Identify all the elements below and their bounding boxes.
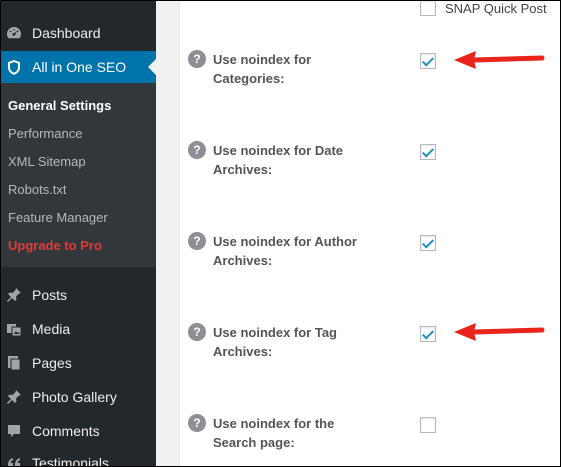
menu-posts[interactable]: Posts: [1, 279, 156, 311]
noindex-author-archives-checkbox[interactable]: [420, 235, 436, 251]
submenu-performance[interactable]: Performance: [8, 126, 82, 141]
menu-testimonials-label: Testimonials: [32, 455, 110, 466]
noindex-author-archives-label: Use noindex for Author Archives:: [213, 234, 357, 268]
noindex-tag-archives-checkbox[interactable]: [420, 326, 436, 342]
menu-media-label: Media: [32, 321, 71, 337]
help-icon[interactable]: ?: [188, 232, 206, 250]
menu-all-in-one-seo-label: All in One SEO: [32, 59, 127, 75]
noindex-categories-label: Use noindex for Categories:: [213, 52, 312, 86]
pages-icon: [5, 354, 23, 372]
snap-quick-post-label: SNAP Quick Post: [445, 1, 547, 16]
pin-icon: [5, 388, 23, 406]
noindex-tag-archives-label: Use noindex for Tag Archives:: [213, 325, 337, 359]
annotation-arrow: [454, 51, 545, 69]
submenu-robots-txt[interactable]: Robots.txt: [8, 182, 67, 197]
noindex-categories-checkbox[interactable]: [420, 53, 436, 69]
shield-icon: [5, 58, 23, 76]
active-menu-pointer: [148, 59, 156, 75]
admin-sidebar: Dashboard All in One SEO General Setting…: [1, 1, 156, 466]
quote-icon: [5, 454, 23, 466]
help-icon[interactable]: ?: [188, 414, 206, 432]
menu-photo-gallery[interactable]: Photo Gallery: [1, 381, 156, 413]
pin-icon: [5, 286, 23, 304]
help-icon[interactable]: ?: [188, 323, 206, 341]
noindex-date-archives-checkbox[interactable]: [420, 144, 436, 160]
menu-comments-label: Comments: [32, 423, 100, 439]
snap-quick-post-checkbox[interactable]: [420, 1, 436, 16]
menu-media[interactable]: Media: [1, 313, 156, 345]
screenshot-frame: Dashboard All in One SEO General Setting…: [1, 1, 560, 466]
menu-all-in-one-seo[interactable]: All in One SEO: [1, 51, 156, 83]
menu-comments[interactable]: Comments: [1, 415, 156, 447]
noindex-search-page-label: Use noindex for the Search page:: [213, 416, 335, 450]
menu-posts-label: Posts: [32, 287, 68, 303]
menu-testimonials[interactable]: Testimonials: [1, 447, 156, 466]
comments-icon: [5, 422, 23, 440]
menu-pages-label: Pages: [32, 355, 72, 371]
help-icon[interactable]: ?: [188, 50, 206, 68]
submenu-upgrade-to-pro[interactable]: Upgrade to Pro: [8, 238, 102, 253]
annotation-arrow: [454, 323, 545, 341]
menu-dashboard-label: Dashboard: [32, 25, 101, 41]
menu-pages[interactable]: Pages: [1, 347, 156, 379]
submenu-feature-manager[interactable]: Feature Manager: [8, 210, 108, 225]
settings-panel: SNAP Quick Post ? Use noindex for Catego…: [179, 1, 560, 466]
main-content: SNAP Quick Post ? Use noindex for Catego…: [156, 1, 560, 466]
noindex-date-archives-label: Use noindex for Date Archives:: [213, 143, 344, 177]
menu-dashboard[interactable]: Dashboard: [1, 17, 156, 49]
submenu-xml-sitemap[interactable]: XML Sitemap: [8, 154, 86, 169]
dashboard-icon: [5, 24, 23, 42]
help-icon[interactable]: ?: [188, 141, 206, 159]
noindex-search-page-checkbox[interactable]: [420, 417, 436, 433]
submenu-general-settings[interactable]: General Settings: [8, 98, 111, 113]
menu-photo-gallery-label: Photo Gallery: [32, 389, 117, 405]
media-icon: [5, 320, 23, 338]
seo-submenu: General Settings Performance XML Sitemap…: [1, 83, 156, 267]
